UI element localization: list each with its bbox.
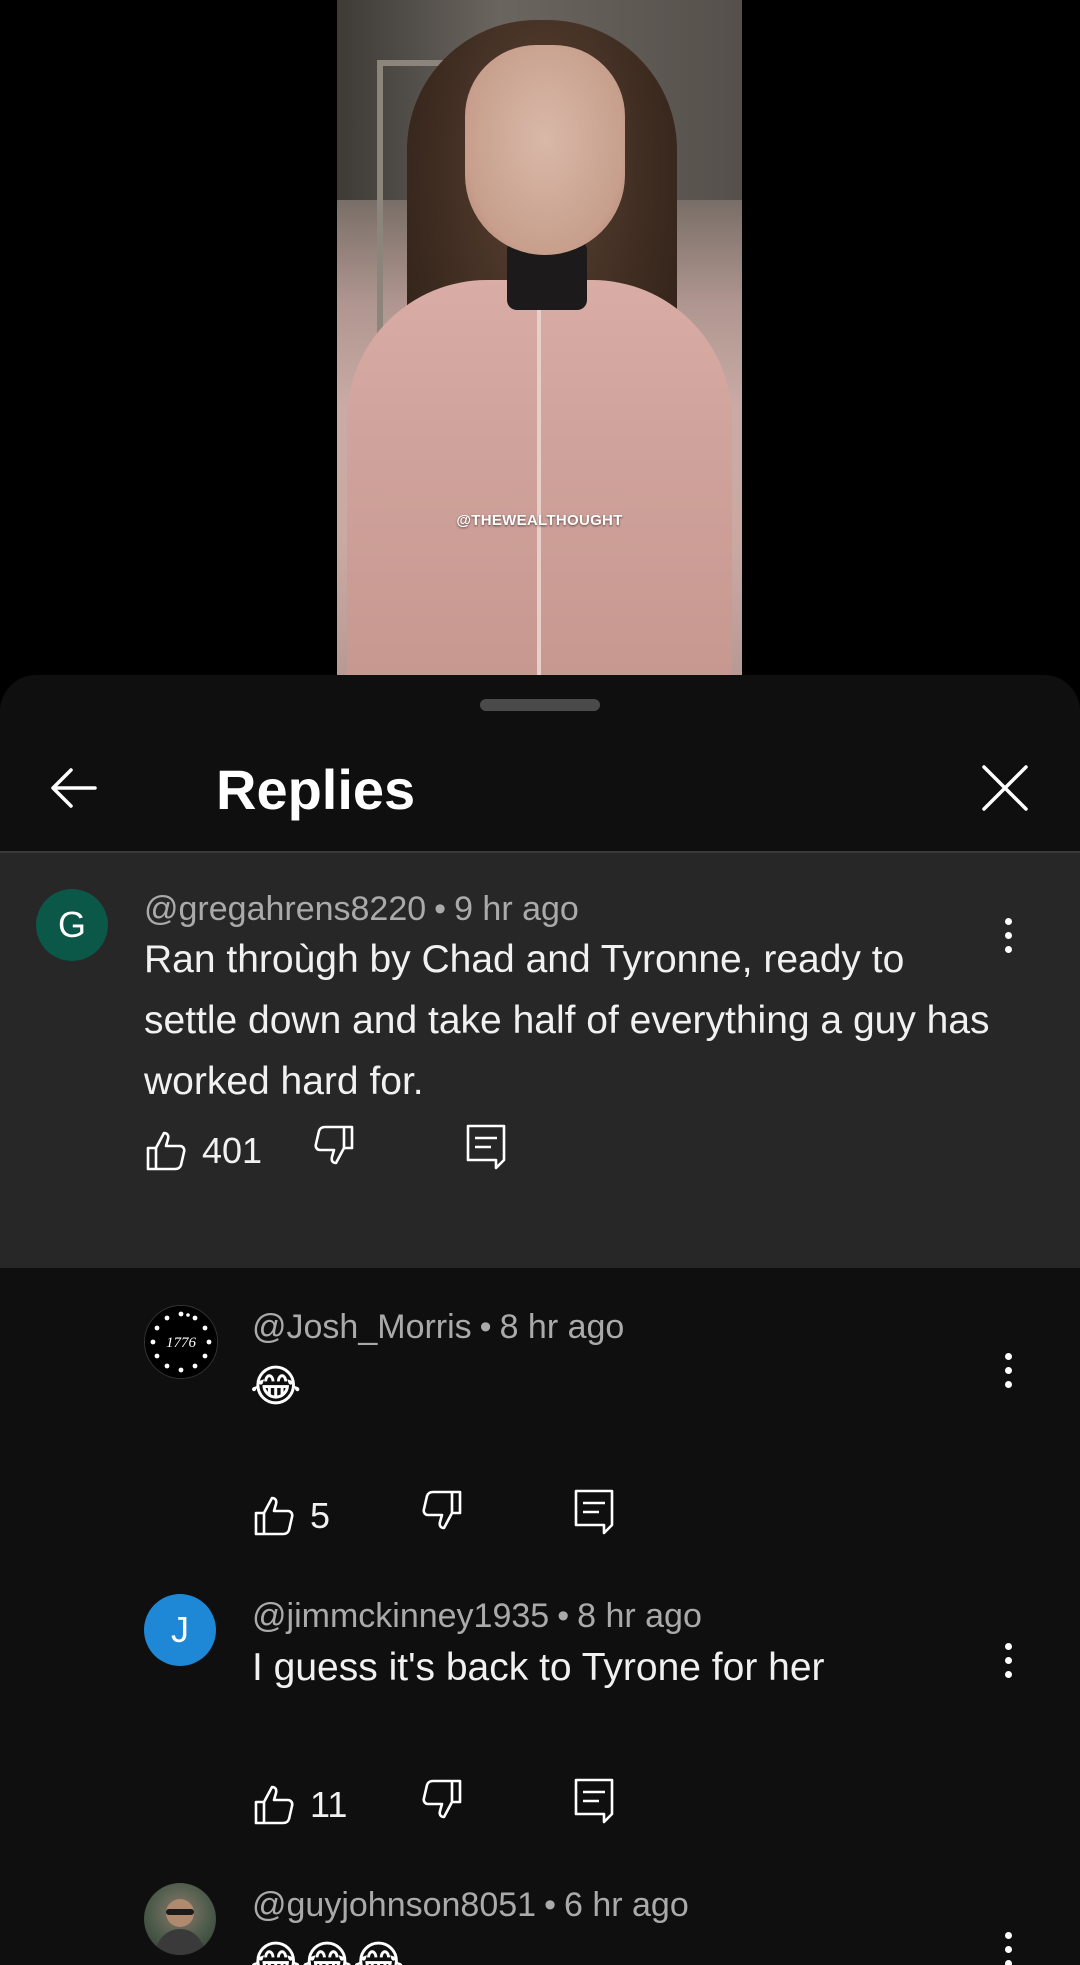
reply-button[interactable]: [572, 1770, 616, 1830]
avatar-photo-icon: [154, 1899, 206, 1955]
avatar[interactable]: G: [36, 889, 108, 961]
comment-text: 😂: [250, 1361, 302, 1412]
comment-time: 9 hr ago: [454, 890, 579, 928]
thumbs-up-icon: [146, 1131, 186, 1171]
comment-icon: [574, 1778, 614, 1824]
reply-button[interactable]: [464, 1116, 508, 1176]
arrow-left-icon: [51, 768, 97, 808]
comment-icon: [466, 1124, 506, 1170]
close-button[interactable]: [970, 753, 1040, 823]
like-button[interactable]: 401: [144, 1121, 262, 1181]
dislike-button[interactable]: [420, 1480, 464, 1540]
comment-text: 😂😂😂: [250, 1937, 405, 1965]
kebab-dot: [1004, 931, 1012, 939]
kebab-dot: [1004, 1959, 1012, 1965]
like-button[interactable]: 5: [252, 1486, 330, 1546]
video-player[interactable]: @THEWEALTHOUGHT: [0, 0, 1080, 675]
like-count: 5: [310, 1495, 331, 1536]
meta-separator: •: [479, 1308, 492, 1346]
avatar[interactable]: [144, 1883, 216, 1955]
comment-meta: @guyjohnson8051 • 6 hr ago: [252, 1886, 689, 1925]
comment-meta: @gregahrens8220 • 9 hr ago: [144, 890, 579, 929]
comment-time: 8 hr ago: [577, 1597, 702, 1635]
kebab-dot: [1004, 1945, 1012, 1953]
avatar-text: 1776: [166, 1335, 197, 1351]
kebab-dot: [1004, 1366, 1012, 1374]
parent-comment: G @gregahrens8220 • 9 hr ago Ran throùgh b…: [0, 853, 1080, 1268]
thumbs-down-icon: [314, 1125, 354, 1165]
replies-sheet: Replies G @gregahrens8220 • 9 hr ago Ran t…: [0, 675, 1080, 1965]
comment-time: 6 hr ago: [563, 1886, 689, 1924]
like-button[interactable]: 11: [252, 1775, 347, 1835]
kebab-dot: [1004, 1380, 1012, 1388]
video-jacket-zipper: [537, 300, 541, 675]
kebab-dot: [1004, 1931, 1012, 1939]
thumbs-down-icon: [422, 1779, 462, 1819]
like-count: 11: [310, 1784, 348, 1825]
avatar-letter: G: [57, 904, 86, 945]
back-button[interactable]: [38, 753, 108, 823]
comment-author[interactable]: @guyjohnson8051: [252, 1886, 536, 1924]
comment-text: I guess it's back to Tyrone for her: [252, 1646, 825, 1689]
video-person-face: [465, 45, 625, 255]
thumbs-up-icon: [254, 1785, 294, 1825]
video-frame[interactable]: @THEWEALTHOUGHT: [337, 0, 742, 675]
sheet-title: Replies: [216, 758, 416, 821]
comment-time: 8 hr ago: [499, 1308, 625, 1346]
comment-author[interactable]: @jimmckinney1935: [252, 1597, 549, 1635]
dislike-button[interactable]: [420, 1769, 464, 1829]
close-icon: [982, 765, 1028, 811]
more-options-button[interactable]: [988, 1340, 1028, 1400]
avatar-letter: J: [171, 1609, 189, 1650]
kebab-dot: [1004, 945, 1012, 953]
avatar-1776-badge-icon: 1776: [145, 1306, 217, 1378]
meta-separator: •: [544, 1886, 556, 1924]
thumbs-down-icon: [422, 1490, 462, 1530]
dislike-button[interactable]: [312, 1115, 356, 1175]
thumbs-up-icon: [254, 1496, 294, 1536]
sheet-header: Replies: [0, 731, 1080, 853]
avatar[interactable]: J: [144, 1594, 216, 1666]
comment-author[interactable]: @Josh_Morris: [252, 1308, 472, 1346]
comment-text: Ran throùgh by Chad and Tyronne, ready t…: [144, 938, 990, 1103]
comment-meta: @Josh_Morris • 8 hr ago: [252, 1308, 624, 1347]
kebab-dot: [1004, 1352, 1012, 1360]
more-options-button[interactable]: [988, 1919, 1028, 1965]
kebab-dot: [1004, 917, 1012, 925]
reply-button[interactable]: [572, 1481, 616, 1541]
comment-meta: @jimmckinney1935 • 8 hr ago: [252, 1597, 702, 1636]
avatar[interactable]: 1776: [144, 1305, 218, 1379]
meta-separator: •: [434, 890, 447, 928]
drag-handle[interactable]: [480, 699, 600, 711]
comment-icon: [574, 1489, 614, 1535]
like-count: 401: [202, 1130, 263, 1171]
video-watermark: @THEWEALTHOUGHT: [456, 512, 623, 529]
comment-author[interactable]: @gregahrens8220: [144, 890, 426, 928]
meta-separator: •: [557, 1597, 570, 1635]
